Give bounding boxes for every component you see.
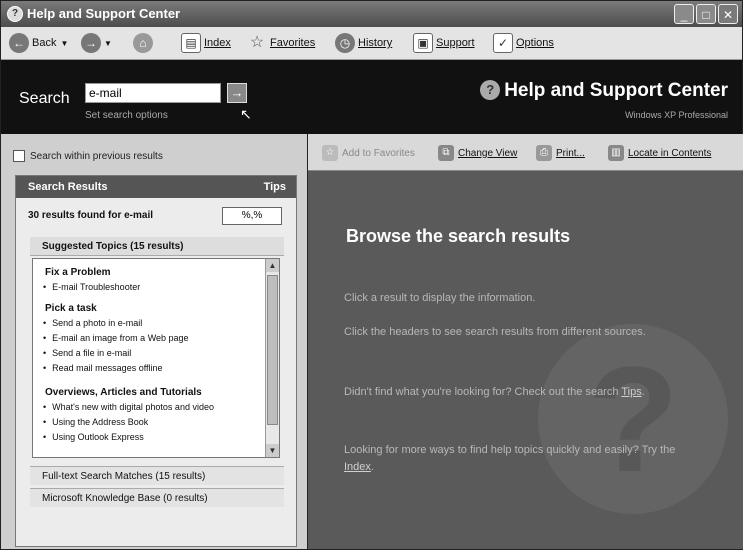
scroll-thumb[interactable] (267, 275, 278, 425)
favorites-button[interactable]: ☆ Favorites (247, 33, 315, 53)
instruction-text: Didn't find what you're looking for? Che… (344, 384, 704, 401)
change-view-icon: ⧉ (438, 145, 454, 161)
set-search-options-link[interactable]: Set search options (85, 110, 168, 121)
search-results-pane: Search within previous results Search Re… (1, 134, 307, 549)
search-within-previous[interactable]: Search within previous results (13, 150, 163, 162)
instruction-text: Click the headers to see search results … (344, 326, 646, 338)
help-support-window: ? Help and Support Center _ □ ✕ ← Back ▼… (0, 0, 743, 550)
instruction-text: Looking for more ways to find help topic… (344, 442, 704, 476)
print-button[interactable]: ⎙ Print... (536, 145, 585, 161)
change-view-button[interactable]: ⧉ Change View (438, 145, 517, 161)
mouse-cursor-icon: ↖ (240, 106, 252, 122)
change-view-label: Change View (458, 147, 518, 159)
close-button[interactable]: ✕ (718, 4, 738, 24)
back-button[interactable]: ← Back ▼ (9, 33, 68, 53)
group-title: Fix a Problem (45, 267, 111, 278)
suggested-topics-header[interactable]: Suggested Topics (15 results) (30, 237, 284, 256)
browse-title: Browse the search results (346, 226, 571, 246)
help-icon: ? (480, 80, 501, 100)
printer-icon: ⎙ (536, 145, 552, 161)
tips-link[interactable]: Tips (264, 181, 286, 193)
content-pane: ☆ Add to Favorites ⧉ Change View ⎙ Print… (307, 134, 743, 549)
forward-arrow-icon: → (81, 33, 101, 53)
suggested-topics-list: Fix a Problem E-mail Troubleshooter Pick… (32, 258, 280, 458)
index-link[interactable]: Index (344, 461, 371, 473)
results-filter-box[interactable]: %,% (222, 207, 282, 225)
support-label: Support (436, 37, 475, 49)
chevron-down-icon[interactable]: ▼ (104, 39, 112, 48)
window-title: Help and Support Center (27, 6, 181, 21)
locate-icon: ▥ (608, 145, 624, 161)
search-within-label: Search within previous results (30, 150, 163, 162)
list-item[interactable]: E-mail an image from a Web page (43, 333, 188, 343)
forward-button[interactable]: → ▼ (81, 33, 112, 53)
search-results-panel: Search Results Tips 30 results found for… (15, 175, 297, 547)
home-icon: ⌂ (133, 33, 153, 53)
list-item[interactable]: What's new with digital photos and video (43, 402, 214, 412)
support-button[interactable]: ▣ Support (413, 33, 475, 53)
history-button[interactable]: ◷ History (335, 33, 392, 53)
list-item[interactable]: Send a photo in e-mail (43, 318, 142, 328)
search-bar: Search → Set search options ↖ ?Help and … (1, 60, 742, 134)
instruction-text-part: . (370, 461, 374, 473)
home-button[interactable]: ⌂ (133, 33, 156, 53)
fulltext-matches-header[interactable]: Full-text Search Matches (15 results) (30, 466, 284, 485)
print-label: Print... (556, 147, 585, 159)
add-to-favorites-button[interactable]: ☆ Add to Favorites (322, 145, 415, 161)
brand-title-text: Help and Support Center (504, 80, 728, 101)
group-title: Overviews, Articles and Tutorials (45, 387, 202, 398)
scroll-down-icon[interactable]: ▼ (266, 444, 279, 457)
locate-label: Locate in Contents (628, 147, 712, 159)
list-item[interactable]: E-mail Troubleshooter (43, 282, 140, 292)
title-bar: ? Help and Support Center _ □ ✕ (1, 1, 742, 27)
list-item[interactable]: Send a file in e-mail (43, 348, 131, 358)
knowledge-base-header[interactable]: Microsoft Knowledge Base (0 results) (30, 488, 284, 507)
content-toolbar: ☆ Add to Favorites ⧉ Change View ⎙ Print… (308, 134, 743, 171)
index-button[interactable]: ▤ Index (181, 33, 231, 53)
star-icon: ☆ (322, 145, 338, 161)
favorites-label: Favorites (270, 37, 316, 49)
options-label: Options (516, 37, 554, 49)
instruction-text: Click a result to display the informatio… (344, 292, 536, 304)
list-item[interactable]: Using Outlook Express (43, 432, 144, 442)
instruction-text-part: Looking for more ways to find help topic… (344, 444, 676, 456)
tips-link[interactable]: Tips (621, 386, 641, 398)
search-label: Search (19, 90, 70, 107)
results-count: 30 results found for e-mail (28, 210, 154, 221)
locate-in-contents-button[interactable]: ▥ Locate in Contents (608, 145, 711, 161)
search-go-button[interactable]: → (227, 83, 247, 103)
book-icon: ▤ (181, 33, 201, 53)
question-mark-watermark-icon: ? (538, 324, 728, 514)
chevron-down-icon[interactable]: ▼ (60, 39, 68, 48)
scrollbar[interactable]: ▲ ▼ (265, 259, 279, 457)
search-within-checkbox[interactable] (13, 150, 25, 162)
history-label: History (358, 37, 393, 49)
support-icon: ▣ (413, 33, 433, 53)
list-item[interactable]: Read mail messages offline (43, 363, 162, 373)
list-item[interactable]: Using the Address Book (43, 417, 148, 427)
brand-title: ? Help and Support Center (480, 80, 728, 102)
help-icon: ? (7, 6, 23, 22)
instruction-text-part: Didn't find what you're looking for? Che… (344, 386, 622, 398)
star-icon: ☆ (249, 34, 265, 51)
back-arrow-icon: ← (9, 33, 29, 53)
options-button[interactable]: ✓ Options (493, 33, 554, 53)
scroll-up-icon[interactable]: ▲ (266, 259, 279, 272)
add-to-favorites-label: Add to Favorites (342, 147, 415, 159)
index-label: Index (204, 37, 231, 49)
maximize-button[interactable]: □ (696, 4, 716, 24)
minimize-button[interactable]: _ (674, 4, 694, 24)
clock-icon: ◷ (335, 33, 355, 53)
search-results-header: Search Results Tips (16, 176, 296, 198)
instruction-text-part: . (641, 386, 645, 398)
group-title: Pick a task (45, 303, 97, 314)
search-results-title: Search Results (28, 181, 108, 193)
brand-subtitle: Windows XP Professional (625, 110, 728, 120)
navigation-toolbar: ← Back ▼ → ▼ ⌂ ▤ Index ☆ Favorites ◷ His… (1, 27, 742, 60)
checklist-icon: ✓ (493, 33, 513, 53)
back-label: Back (32, 37, 57, 49)
search-input[interactable] (85, 83, 221, 103)
